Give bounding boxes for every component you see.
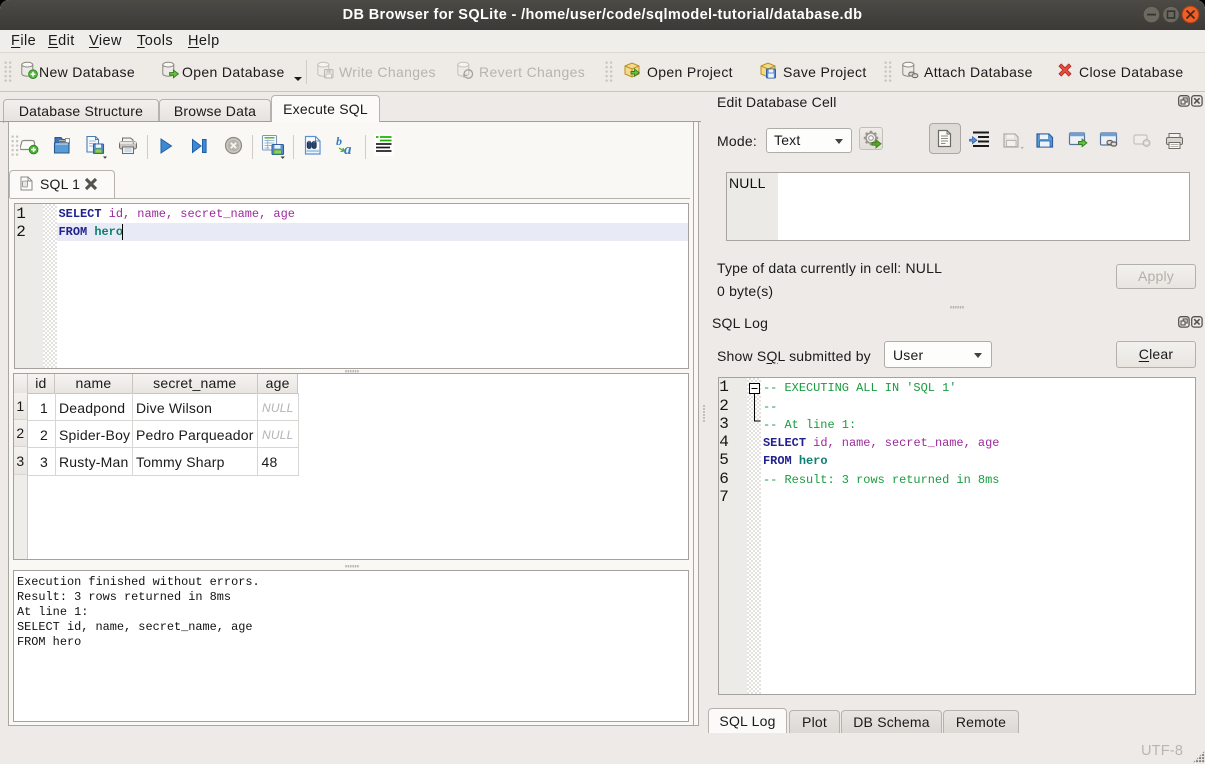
svg-text:a: a [344,142,352,157]
svg-text:b: b [336,135,342,148]
